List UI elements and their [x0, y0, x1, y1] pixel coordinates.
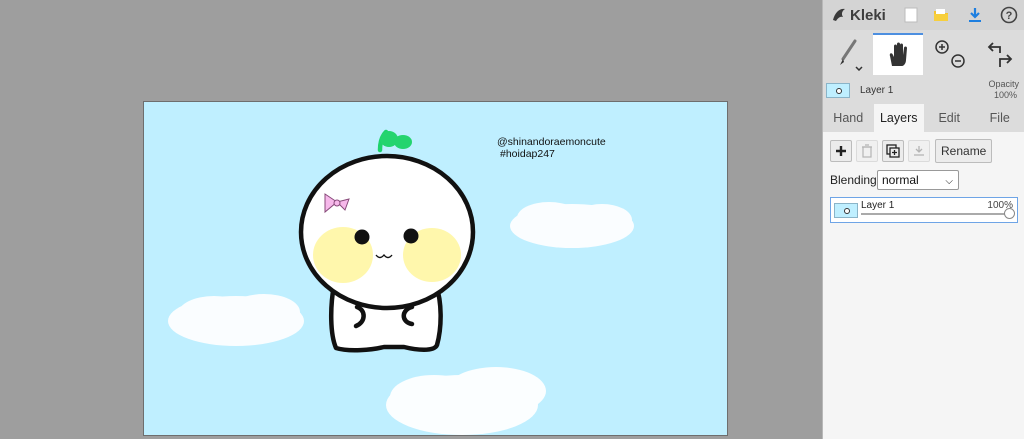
cloud-right — [510, 202, 634, 248]
open-file-button[interactable] — [929, 3, 953, 27]
workspace[interactable]: @shinandoraemoncute #hoidap247 — [0, 0, 822, 439]
app-name: Kleki — [850, 6, 886, 24]
zoom-icon — [935, 40, 965, 68]
watermark-handle: @shinandoraemoncute — [497, 136, 606, 148]
brush-tool[interactable] — [825, 33, 871, 75]
delete-layer-button[interactable] — [856, 140, 878, 162]
download-icon — [969, 8, 981, 22]
layers-pane: Rename Blending normal ⌵ Layer 1 100% — [823, 132, 1024, 439]
save-button[interactable] — [963, 3, 987, 27]
hand-tool[interactable] — [873, 33, 923, 75]
watermark-tag: #hoidap247 — [500, 148, 555, 160]
brush-icon — [840, 39, 863, 71]
layer-name: Layer 1 — [861, 200, 895, 211]
undo-redo-tool[interactable] — [977, 33, 1023, 75]
zoom-tool[interactable] — [927, 33, 973, 75]
blending-label: Blending — [830, 173, 877, 187]
app-logo[interactable]: Kleki — [831, 5, 886, 25]
undo-redo-icon — [987, 42, 1013, 67]
canvas-artwork: @shinandoraemoncute #hoidap247 — [144, 102, 727, 435]
top-bar: Kleki ? — [823, 0, 1024, 30]
layer-thumbnail — [834, 203, 858, 218]
merge-down-icon — [914, 146, 924, 156]
current-layer-thumbnail — [826, 83, 850, 98]
add-layer-button[interactable] — [830, 140, 852, 162]
chevron-down-icon: ⌵ — [945, 176, 953, 187]
blending-select[interactable]: normal ⌵ — [877, 170, 959, 190]
trash-icon — [862, 144, 872, 158]
merge-down-button[interactable] — [908, 140, 930, 162]
duplicate-layer-button[interactable] — [882, 140, 904, 162]
new-file-icon — [904, 7, 918, 23]
layer-list-item[interactable]: Layer 1 100% — [830, 197, 1018, 223]
cloud-left — [168, 294, 304, 346]
tool-row — [823, 33, 1024, 75]
hand-icon — [889, 42, 907, 66]
duplicate-icon — [886, 144, 900, 158]
layer-opacity-handle[interactable] — [1004, 208, 1015, 219]
new-file-button[interactable] — [899, 3, 923, 27]
opacity-label: Opacity — [988, 79, 1019, 89]
rename-button[interactable]: Rename — [935, 139, 993, 163]
tab-edit[interactable]: Edit — [924, 104, 975, 132]
tab-file[interactable]: File — [975, 104, 1024, 132]
svg-text:?: ? — [1006, 10, 1013, 22]
panel-tabs: Hand Layers Edit File — [823, 104, 1024, 132]
tab-hand[interactable]: Hand — [823, 104, 874, 132]
opacity-value: 100% — [993, 90, 1017, 100]
layer-opacity-slider[interactable] — [861, 213, 1009, 215]
tab-layers[interactable]: Layers — [873, 104, 924, 132]
help-button[interactable]: ? — [997, 3, 1021, 27]
help-icon: ? — [1000, 6, 1018, 24]
plus-icon — [836, 146, 846, 156]
current-layer-info: Layer 1 Opacity 100% — [823, 77, 1024, 103]
kleki-logo-icon — [833, 8, 845, 21]
drawing-canvas[interactable]: @shinandoraemoncute #hoidap247 — [144, 102, 727, 435]
side-panel: Kleki ? Layer 1 Opacity 100% Hand Layers… — [822, 0, 1024, 439]
current-layer-name: Layer 1 — [860, 85, 894, 96]
folder-icon — [934, 9, 948, 21]
blending-value: normal — [882, 173, 919, 187]
